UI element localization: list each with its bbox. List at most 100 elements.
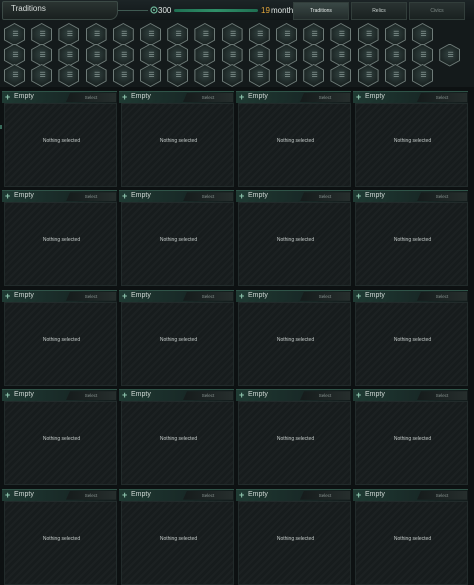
select-button[interactable]: Select <box>183 291 233 301</box>
tradition-hex-button[interactable]: ☰ <box>357 64 379 87</box>
tradition-slot[interactable]: + Empty Select Nothing selected <box>236 289 351 386</box>
tradition-hex-button[interactable]: ☰ <box>221 23 243 46</box>
tradition-slot[interactable]: + Empty Select Nothing selected <box>119 289 234 386</box>
select-button[interactable]: Select <box>183 192 233 202</box>
tradition-hex-button[interactable]: ☰ <box>276 64 297 87</box>
tradition-hex-button[interactable]: ☰ <box>140 64 161 87</box>
tradition-slot[interactable]: + Empty Select Nothing selected <box>119 389 234 486</box>
tradition-slot[interactable]: + Empty Select Nothing selected <box>236 389 351 486</box>
tradition-hex-button[interactable]: ☰ <box>140 43 161 67</box>
tradition-hex-button[interactable]: ☰ <box>384 23 406 46</box>
tradition-slot[interactable]: + Empty Select Nothing selected <box>2 389 117 486</box>
slot-empty-text: Nothing selected <box>159 336 198 343</box>
select-button[interactable]: Select <box>417 192 467 202</box>
select-button[interactable]: Select <box>66 93 116 102</box>
tradition-slot[interactable]: + Empty Select Nothing selected <box>119 488 234 585</box>
tradition-slot[interactable]: + Empty Select Nothing selected <box>353 389 468 486</box>
tradition-slot[interactable]: + Empty Select Nothing selected <box>353 488 468 585</box>
select-button[interactable]: Select <box>417 391 467 401</box>
tradition-hex-button[interactable]: ☰ <box>384 43 406 67</box>
hex-face: ☰ <box>277 65 296 86</box>
tradition-slot[interactable]: + Empty Select Nothing selected <box>119 91 234 187</box>
tradition-slot[interactable]: + Empty Select Nothing selected <box>2 289 117 386</box>
select-button[interactable]: Select <box>417 291 467 301</box>
select-button[interactable]: Select <box>183 93 233 102</box>
tradition-hex-button[interactable]: ☰ <box>194 23 216 46</box>
tradition-slot[interactable]: + Empty Select Nothing selected <box>2 190 117 287</box>
tradition-hex-button[interactable]: ☰ <box>303 64 325 87</box>
tradition-slot[interactable]: + Empty Select Nothing selected <box>236 190 351 287</box>
tradition-hex-button[interactable]: ☰ <box>412 64 433 87</box>
tradition-slot[interactable]: + Empty Select Nothing selected <box>353 190 468 287</box>
tradition-hex-button[interactable]: ☰ <box>85 43 107 67</box>
tradition-hex-button[interactable]: ☰ <box>112 64 134 87</box>
tab-traditions[interactable]: Traditions <box>293 2 349 20</box>
slot-header: + Empty Select <box>119 91 234 103</box>
tradition-hex-button[interactable]: ☰ <box>31 23 53 46</box>
tradition-hex-button[interactable]: ☰ <box>330 43 352 67</box>
tradition-hex-button[interactable]: ☰ <box>303 43 325 67</box>
tradition-hex-button[interactable]: ☰ <box>85 64 107 87</box>
tradition-hex-button[interactable]: ☰ <box>276 43 297 67</box>
tradition-slot[interactable]: + Empty Select Nothing selected <box>236 91 351 187</box>
tradition-hex-button[interactable]: ☰ <box>167 64 189 87</box>
select-button[interactable]: Select <box>66 192 116 202</box>
tradition-hex-button[interactable]: ☰ <box>276 23 297 46</box>
tradition-slot[interactable]: + Empty Select Nothing selected <box>2 91 117 187</box>
scroll-indicator[interactable] <box>0 125 2 129</box>
tradition-hex-button[interactable]: ☰ <box>31 43 53 67</box>
tradition-hex-button[interactable]: ☰ <box>58 23 80 46</box>
tradition-hex-button[interactable]: ☰ <box>439 43 461 67</box>
select-button[interactable]: Select <box>66 391 116 401</box>
tab-relics[interactable]: Relics <box>351 2 407 20</box>
select-button[interactable]: Select <box>300 93 350 102</box>
select-button[interactable]: Select <box>183 490 233 500</box>
tradition-hex-button[interactable]: ☰ <box>384 64 406 87</box>
tradition-hex-button[interactable]: ☰ <box>112 23 134 46</box>
tradition-hex-button[interactable]: ☰ <box>4 43 25 67</box>
tradition-slot[interactable]: + Empty Select Nothing selected <box>2 488 117 585</box>
tradition-hex-button[interactable]: ☰ <box>194 43 216 67</box>
select-button[interactable]: Select <box>300 291 350 301</box>
tab-civics[interactable]: Civics <box>409 2 465 20</box>
tradition-hex-button[interactable]: ☰ <box>85 23 107 46</box>
tradition-hex-button[interactable]: ☰ <box>112 43 134 67</box>
tradition-hex-button[interactable]: ☰ <box>330 64 352 87</box>
tradition-hex-button[interactable]: ☰ <box>357 23 379 46</box>
tradition-slot[interactable]: + Empty Select Nothing selected <box>353 289 468 386</box>
tradition-slot[interactable]: + Empty Select Nothing selected <box>236 488 351 585</box>
tradition-hex-button[interactable]: ☰ <box>412 43 433 67</box>
slot-body: Nothing selected <box>121 202 234 287</box>
select-button[interactable]: Select <box>417 93 467 102</box>
select-button[interactable]: Select <box>66 490 116 500</box>
tradition-hex-button[interactable]: ☰ <box>248 23 270 46</box>
slot-body: Nothing selected <box>238 202 351 287</box>
tradition-hex-button[interactable]: ☰ <box>248 43 270 67</box>
tradition-hex-button[interactable]: ☰ <box>31 64 53 87</box>
tradition-hex-button[interactable]: ☰ <box>4 23 25 46</box>
tradition-hex-button[interactable]: ☰ <box>58 64 80 87</box>
tradition-hex-button[interactable]: ☰ <box>167 43 189 67</box>
tradition-hex-button[interactable]: ☰ <box>167 23 189 46</box>
select-button[interactable]: Select <box>66 291 116 301</box>
tradition-hex-icon: ☰ <box>39 51 46 59</box>
tradition-hex-button[interactable]: ☰ <box>412 23 433 46</box>
tradition-slot[interactable]: + Empty Select Nothing selected <box>119 190 234 287</box>
tradition-hex-button[interactable]: ☰ <box>221 64 243 87</box>
select-button[interactable]: Select <box>300 192 350 202</box>
tradition-hex-button[interactable]: ☰ <box>221 43 243 67</box>
select-button[interactable]: Select <box>417 490 467 500</box>
tradition-hex-button[interactable]: ☰ <box>248 64 270 87</box>
tradition-hex-button[interactable]: ☰ <box>140 23 161 46</box>
select-button[interactable]: Select <box>183 391 233 401</box>
tradition-slot[interactable]: + Empty Select Nothing selected <box>353 91 468 187</box>
slot-header: + Empty Select <box>236 389 351 402</box>
tradition-hex-button[interactable]: ☰ <box>4 64 25 87</box>
tradition-hex-button[interactable]: ☰ <box>58 43 80 67</box>
tradition-hex-button[interactable]: ☰ <box>303 23 325 46</box>
select-button[interactable]: Select <box>300 391 350 401</box>
tradition-hex-button[interactable]: ☰ <box>194 64 216 87</box>
tradition-hex-button[interactable]: ☰ <box>330 23 352 46</box>
tradition-hex-button[interactable]: ☰ <box>357 43 379 67</box>
select-button[interactable]: Select <box>300 490 350 500</box>
